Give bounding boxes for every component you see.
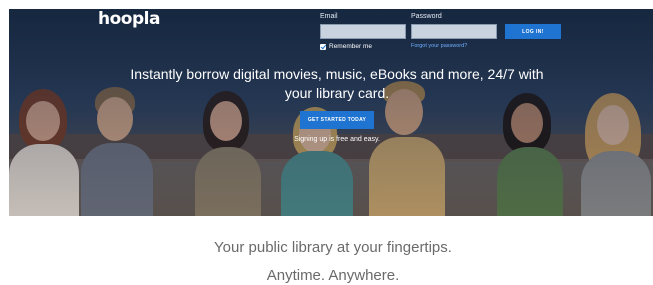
tagline-line-2: Anytime. Anywhere. [266, 267, 400, 284]
signup-note: Signing up is free and easy. [294, 136, 380, 143]
password-field[interactable] [411, 24, 497, 39]
remember-label: Remember me [329, 43, 372, 50]
hero-headline: Instantly borrow digital movies, music, … [130, 66, 544, 101]
get-started-button[interactable]: GET STARTED TODAY [300, 111, 374, 129]
email-field[interactable] [320, 24, 406, 39]
hoopla-logo[interactable]: hoopla [98, 9, 160, 29]
email-label: Email [320, 13, 338, 20]
login-button[interactable]: LOG IN! [505, 24, 561, 39]
forgot-password-link[interactable]: Forgot your password? [411, 43, 467, 49]
password-label: Password [411, 13, 442, 20]
remember-me[interactable]: Remember me [320, 43, 372, 50]
remember-checkbox[interactable] [320, 43, 326, 50]
tagline-line-1: Your public library at your fingertips. [214, 239, 452, 256]
